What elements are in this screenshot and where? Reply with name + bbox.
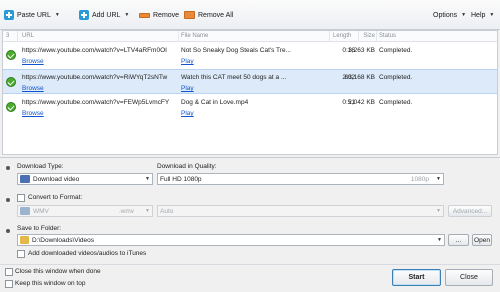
table-row[interactable]: https://www.youtube.com/watch?v=FEWp5Lvm… <box>3 95 497 120</box>
quality-hint: 1080p <box>410 175 429 183</box>
chevron-down-icon: ▼ <box>461 12 467 18</box>
add-icon <box>79 10 89 20</box>
download-quality-label: Download in Quality: <box>157 163 217 170</box>
quality-select[interactable]: Full HD 1080p 1080p ▼ <box>157 173 444 185</box>
completed-check-icon <box>6 50 16 60</box>
row-file-name: Not So Sneaky Dog Steals Cat's Tre... <box>181 47 291 54</box>
browse-folder-button[interactable]: ... <box>448 234 469 246</box>
format-select[interactable]: WMV .wmv ▼ <box>17 205 153 217</box>
convert-checkbox[interactable] <box>17 194 25 202</box>
chevron-down-icon: ▼ <box>124 12 130 18</box>
remove-all-button[interactable]: Remove All <box>184 9 233 21</box>
paste-url-label: Paste URL <box>17 11 51 19</box>
chevron-down-icon: ▼ <box>436 208 441 214</box>
table-row[interactable]: https://www.youtube.com/watch?v=RiWYqT2s… <box>3 69 497 94</box>
close-when-done-label: Close this window when done <box>15 268 101 275</box>
paste-url-button[interactable]: Paste URL ▼ <box>4 9 60 21</box>
row-file-name: Dog & Cat in Love.mp4 <box>181 99 249 106</box>
column-divider <box>329 31 330 42</box>
toolbar: Paste URL ▼ Add URL ▼ Remove Remove All … <box>0 0 500 30</box>
column-status[interactable]: Status <box>379 33 396 39</box>
add-url-button[interactable]: Add URL ▼ <box>79 9 129 21</box>
chevron-down-icon: ▼ <box>145 208 150 214</box>
remove-all-label: Remove All <box>198 11 234 19</box>
close-button[interactable]: Close <box>445 269 493 286</box>
keep-on-top-label: Keep this window on top <box>15 280 86 287</box>
bullet-icon <box>6 229 10 233</box>
add-url-label: Add URL <box>92 11 121 19</box>
browse-link[interactable]: Browse <box>22 110 44 117</box>
remove-icon <box>139 12 150 18</box>
download-type-value: Download video <box>33 175 80 183</box>
format-icon <box>20 207 30 215</box>
help-label: Help <box>471 11 486 19</box>
open-folder-button[interactable]: Open <box>472 234 492 246</box>
preset-value: Auto <box>160 207 174 215</box>
row-status: Completed. <box>379 74 413 81</box>
row-url: https://www.youtube.com/watch?v=FEWp5Lvm… <box>22 99 170 106</box>
column-divider <box>17 31 18 42</box>
close-when-done-checkbox[interactable] <box>5 268 13 276</box>
row-url: https://www.youtube.com/watch?v=RiWYqT2s… <box>22 74 168 81</box>
chevron-down-icon: ▼ <box>436 176 441 182</box>
folder-icon <box>20 236 29 244</box>
row-size: 63,168 KB <box>344 74 375 81</box>
remove-label: Remove <box>153 11 180 19</box>
column-divider <box>376 31 377 42</box>
row-url: https://www.youtube.com/watch?v=LTV4aRFm… <box>22 47 167 54</box>
help-menu[interactable]: Help ▼ <box>471 9 494 21</box>
column-divider <box>178 31 179 42</box>
bullet-icon <box>6 166 10 170</box>
completed-check-icon <box>6 102 16 112</box>
preset-select[interactable]: Auto ▼ <box>157 205 444 217</box>
options-menu[interactable]: Options ▼ <box>433 9 466 21</box>
column-count: 3 <box>6 33 10 39</box>
download-list[interactable]: 3 URL File Name Length Size Status https… <box>2 30 498 155</box>
table-row[interactable]: https://www.youtube.com/watch?v=LTV4aRFm… <box>3 43 497 68</box>
chevron-down-icon: ▼ <box>145 176 150 182</box>
panel-divider <box>0 157 500 158</box>
keep-on-top-checkbox[interactable] <box>5 280 13 288</box>
chevron-down-icon: ▼ <box>54 12 60 18</box>
list-header: 3 URL File Name Length Size Status <box>3 31 497 42</box>
column-file-name[interactable]: File Name <box>181 33 208 39</box>
row-size: 2,042 KB <box>348 99 375 106</box>
advanced-button[interactable]: Advanced... <box>448 205 492 217</box>
browse-link[interactable]: Browse <box>22 58 44 65</box>
save-folder-label: Save to Folder: <box>17 225 62 232</box>
convert-label: Convert to Format: <box>28 194 83 201</box>
download-type-label: Download Type: <box>17 163 64 170</box>
chevron-down-icon: ▼ <box>489 12 495 18</box>
options-label: Options <box>433 11 458 19</box>
itunes-label: Add downloaded videos/audios to iTunes <box>28 250 147 257</box>
footer-divider <box>0 264 500 265</box>
browse-link[interactable]: Browse <box>22 85 44 92</box>
video-icon <box>20 175 30 183</box>
column-length[interactable]: Length <box>333 33 351 39</box>
row-status: Completed. <box>379 47 413 54</box>
start-button[interactable]: Start <box>392 269 441 286</box>
row-status: Completed. <box>379 99 413 106</box>
chevron-down-icon: ▼ <box>437 237 442 243</box>
row-size: 3,263 KB <box>348 47 375 54</box>
row-file-name: Watch this CAT meet 50 dogs at a ... <box>181 74 287 81</box>
quality-value: Full HD 1080p <box>160 175 202 183</box>
remove-all-icon <box>184 11 195 19</box>
format-value: WMV <box>33 207 49 215</box>
format-ext: .wmv <box>118 207 134 215</box>
bullet-icon <box>6 198 10 202</box>
paste-icon <box>4 10 14 20</box>
itunes-checkbox[interactable] <box>17 250 25 258</box>
save-folder-select[interactable]: D:\Downloads\Videos ▼ <box>17 234 445 246</box>
save-folder-path: D:\Downloads\Videos <box>32 236 95 244</box>
completed-check-icon <box>6 77 16 87</box>
column-size[interactable]: Size <box>359 33 375 39</box>
column-url[interactable]: URL <box>22 33 34 39</box>
play-link[interactable]: Play <box>181 85 194 92</box>
play-link[interactable]: Play <box>181 110 194 117</box>
play-link[interactable]: Play <box>181 58 194 65</box>
download-type-select[interactable]: Download video ▼ <box>17 173 153 185</box>
remove-button[interactable]: Remove <box>139 9 179 21</box>
